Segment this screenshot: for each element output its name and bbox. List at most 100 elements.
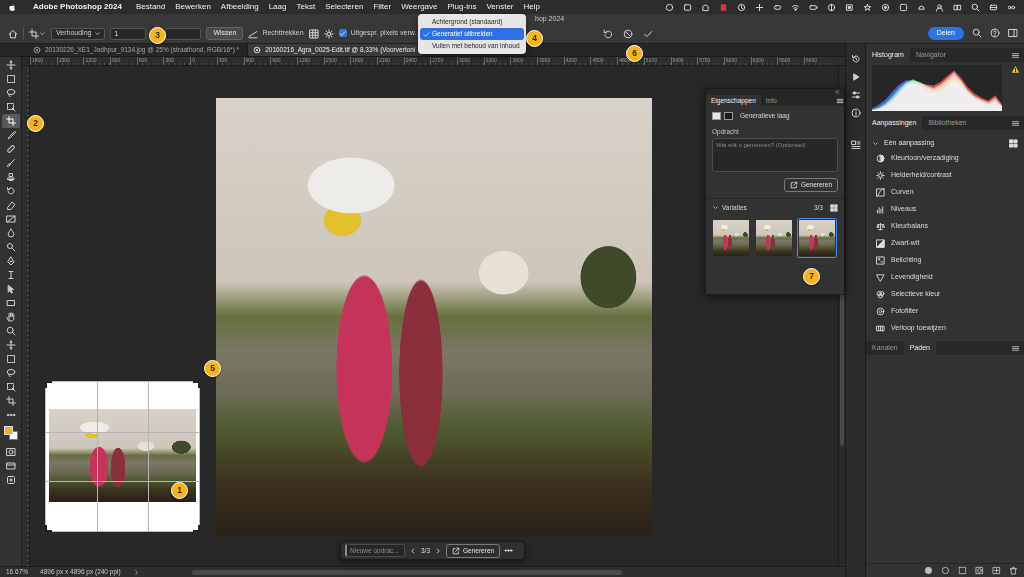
tool-button[interactable] bbox=[2, 114, 20, 128]
share-button[interactable]: Delen bbox=[928, 27, 964, 39]
search-icon[interactable] bbox=[972, 28, 982, 38]
panel-menu-icon[interactable] bbox=[1011, 119, 1020, 128]
tool-button[interactable] bbox=[2, 352, 20, 366]
tool-button[interactable] bbox=[2, 212, 20, 226]
menu-item[interactable]: Bestand bbox=[136, 2, 165, 12]
ratio-width-field[interactable] bbox=[110, 28, 146, 40]
new-prompt-field[interactable] bbox=[345, 544, 405, 557]
menu-item[interactable]: Venster bbox=[486, 2, 513, 12]
tool-button[interactable] bbox=[2, 142, 20, 156]
chevron-right-icon[interactable] bbox=[133, 569, 140, 576]
grid-view-icon[interactable] bbox=[830, 204, 838, 212]
status-icon[interactable] bbox=[665, 3, 674, 12]
properties-icon[interactable] bbox=[851, 140, 861, 150]
generate-button[interactable]: Genereren bbox=[446, 544, 500, 558]
warning-icon[interactable] bbox=[1011, 65, 1020, 74]
tool-button[interactable] bbox=[2, 296, 20, 310]
panel-tab[interactable]: Paden bbox=[904, 341, 936, 355]
crop-preset-button[interactable] bbox=[29, 29, 46, 39]
dropdown-item[interactable]: Vullen met behoud van inhoud bbox=[420, 40, 524, 52]
play-action-icon[interactable] bbox=[851, 72, 861, 82]
status-icon[interactable] bbox=[791, 3, 800, 12]
crop-handle[interactable] bbox=[45, 381, 52, 388]
reset-icon[interactable] bbox=[603, 29, 613, 39]
clear-button[interactable]: Wissen bbox=[206, 27, 243, 39]
grid-view-icon[interactable] bbox=[1009, 139, 1018, 148]
status-icon[interactable] bbox=[827, 3, 836, 12]
apple-icon[interactable] bbox=[8, 3, 17, 12]
adjustment-item[interactable]: Belichting bbox=[866, 252, 1024, 269]
adjustment-item[interactable]: Fotofilter bbox=[866, 303, 1024, 320]
settings-gear-icon[interactable] bbox=[324, 29, 334, 39]
zoom-level[interactable]: 16.67% bbox=[6, 568, 28, 576]
menu-item[interactable]: Tekst bbox=[296, 2, 315, 12]
menu-item[interactable]: Laag bbox=[269, 2, 287, 12]
generate-button[interactable]: Genereren bbox=[784, 178, 838, 192]
status-icon[interactable] bbox=[737, 3, 746, 12]
close-icon[interactable] bbox=[253, 46, 261, 54]
tool-button[interactable] bbox=[2, 324, 20, 338]
panel-action-icon[interactable] bbox=[992, 566, 1001, 575]
chevron-down-icon[interactable] bbox=[712, 204, 719, 211]
tool-button[interactable] bbox=[2, 366, 20, 380]
document-photo[interactable] bbox=[216, 98, 652, 535]
ratio-height-field[interactable] bbox=[165, 28, 201, 40]
menu-item[interactable]: Afbeelding bbox=[221, 2, 259, 12]
close-icon[interactable] bbox=[33, 46, 41, 54]
tool-button[interactable] bbox=[2, 156, 20, 170]
dropdown-item[interactable]: Generatief uitbreiden bbox=[420, 28, 524, 40]
adjustment-item[interactable]: Verloop toewijzen bbox=[866, 320, 1024, 337]
menu-item[interactable]: Bewerken bbox=[175, 2, 211, 12]
tool-button[interactable] bbox=[2, 100, 20, 114]
grid-overlay-icon[interactable] bbox=[309, 29, 319, 39]
status-icon[interactable] bbox=[773, 3, 782, 12]
panel-menu-icon[interactable] bbox=[1011, 344, 1020, 353]
quick-mask-button[interactable] bbox=[2, 445, 20, 459]
crop-handle[interactable] bbox=[45, 525, 52, 532]
panel-action-icon[interactable] bbox=[1009, 566, 1018, 575]
tool-button[interactable] bbox=[2, 254, 20, 268]
edit-toolbar-button[interactable] bbox=[2, 473, 20, 487]
panel-tab[interactable]: Eigenschappen bbox=[706, 95, 761, 106]
ratio-select[interactable]: Verhouding bbox=[51, 28, 105, 40]
horizontal-scrollbar[interactable] bbox=[192, 570, 622, 575]
tool-button[interactable] bbox=[2, 268, 20, 282]
adjust-sliders-icon[interactable] bbox=[851, 90, 861, 100]
panel-menu-icon[interactable] bbox=[1011, 51, 1020, 60]
status-icon[interactable] bbox=[971, 3, 980, 12]
more-options-icon[interactable] bbox=[504, 546, 513, 555]
adjustment-item[interactable]: Helderheid/contrast bbox=[866, 167, 1024, 184]
adjustment-item[interactable]: Kleurtoon/verzadiging bbox=[866, 150, 1024, 167]
status-icon[interactable] bbox=[719, 3, 728, 12]
tool-button[interactable] bbox=[2, 198, 20, 212]
status-icon[interactable] bbox=[683, 3, 692, 12]
tool-button[interactable] bbox=[2, 380, 20, 394]
menu-item[interactable]: Filter bbox=[373, 2, 391, 12]
screen-mode-button[interactable] bbox=[2, 459, 20, 473]
panel-tab[interactable]: Histogram bbox=[866, 48, 910, 62]
delete-pixels-checkbox[interactable]: Uitgespr. pixels verw. bbox=[339, 29, 417, 37]
adjustment-item[interactable]: Selectieve kleur bbox=[866, 286, 1024, 303]
status-icon[interactable] bbox=[863, 3, 872, 12]
panel-tab[interactable]: Bibliotheken bbox=[922, 116, 972, 130]
next-chevron-icon[interactable] bbox=[434, 547, 442, 555]
panel-tab[interactable]: Info bbox=[761, 95, 782, 106]
tool-button[interactable] bbox=[2, 170, 20, 184]
adjustment-item[interactable]: Levendigheid bbox=[866, 269, 1024, 286]
document-tab[interactable]: 20160216_Agra_0025-Edit.tif @ 8,33% (Voo… bbox=[248, 44, 424, 56]
menu-item[interactable]: Selecteren bbox=[325, 2, 363, 12]
status-icon[interactable] bbox=[935, 3, 944, 12]
adjustment-item[interactable]: Zwart-wit bbox=[866, 235, 1024, 252]
tool-button[interactable] bbox=[2, 338, 20, 352]
tool-button[interactable] bbox=[2, 240, 20, 254]
tool-button[interactable] bbox=[2, 86, 20, 100]
tool-button[interactable] bbox=[2, 394, 20, 408]
straighten-button[interactable]: Rechttrekken bbox=[248, 29, 303, 39]
help-icon[interactable] bbox=[990, 28, 1000, 38]
crop-handle[interactable] bbox=[193, 381, 200, 388]
panel-menu-icon[interactable] bbox=[836, 97, 844, 105]
panel-action-icon[interactable] bbox=[941, 566, 950, 575]
more-tools-button[interactable] bbox=[2, 408, 20, 422]
workspace-panel-icon[interactable] bbox=[1008, 28, 1018, 38]
status-icon[interactable] bbox=[809, 3, 818, 12]
